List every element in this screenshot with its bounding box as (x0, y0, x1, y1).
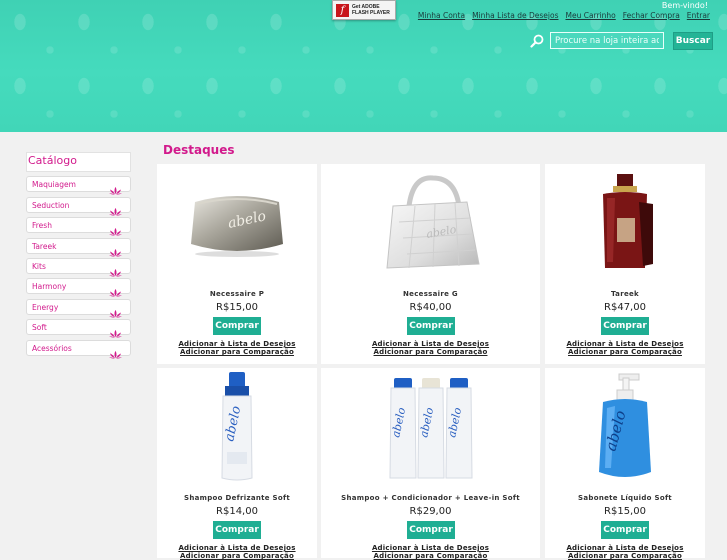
product-price: R$15,00 (216, 302, 258, 313)
product-price: R$29,00 (409, 506, 452, 517)
buy-button[interactable]: Comprar (213, 521, 261, 539)
sidebar-item-seduction[interactable]: Seduction (26, 196, 131, 216)
catalog-sidebar: Catálogo Maquiagem Seduction Fresh Tareek Ki… (26, 152, 131, 359)
product-name[interactable]: Sabonete Líquido Soft (545, 494, 705, 502)
flash-player-badge[interactable]: f Get ADOBE FLASH PLAYER (332, 0, 396, 20)
link-cart[interactable]: Meu Carrinho (565, 11, 615, 20)
product-card-shampoo-kit-soft: abelo abelo abelo Shampoo + Condicionador +… (321, 368, 540, 560)
product-price: R$15,00 (604, 506, 646, 517)
search-button[interactable]: Buscar (673, 32, 713, 50)
shampoo-bottle-image[interactable]: abelo (219, 372, 255, 482)
add-to-wishlist-link[interactable]: Adicionar à Lista de Desejos (157, 544, 317, 552)
buy-button[interactable]: Comprar (213, 317, 261, 335)
product-card-shampoo-defrizante-soft: abelo Shampoo Defrizante Soft R$14,00 Compr… (157, 368, 317, 560)
top-links: Minha Conta Minha Lista de Desejos Meu C… (418, 11, 710, 20)
add-to-compare-link[interactable]: Adicionar para Comparação (545, 552, 705, 560)
product-name[interactable]: Shampoo Defrizante Soft (157, 494, 317, 502)
add-to-wishlist-link[interactable]: Adicionar à Lista de Desejos (321, 340, 540, 348)
add-to-compare-link[interactable]: Adicionar para Comparação (545, 348, 705, 356)
welcome-message: Bem-vindo! (661, 1, 708, 10)
sidebar-item-maquiagem[interactable]: Maquiagem (26, 176, 131, 195)
product-price: R$14,00 (216, 506, 258, 517)
search-input[interactable] (550, 32, 664, 49)
sidebar-item-kits[interactable]: Kits (26, 257, 131, 277)
catalog-title: Catálogo (26, 152, 131, 172)
product-price: R$40,00 (409, 302, 452, 313)
link-login[interactable]: Entrar (687, 11, 710, 20)
lotus-icon (109, 180, 122, 195)
pouch-image[interactable]: abelo (185, 184, 289, 260)
buy-button[interactable]: Comprar (407, 317, 455, 335)
product-card-sabonete-liquido-soft: abelo Sabonete Líquido Soft R$15,00 Comprar… (545, 368, 705, 560)
lotus-icon (109, 221, 122, 236)
flash-badge-line2: FLASH PLAYER (352, 10, 390, 16)
sidebar-item-label: Fresh (32, 221, 52, 231)
sidebar-item-label: Soft (32, 323, 47, 333)
add-to-wishlist-link[interactable]: Adicionar à Lista de Desejos (157, 340, 317, 348)
buy-button[interactable]: Comprar (407, 521, 455, 539)
sidebar-item-harmony[interactable]: Harmony (26, 278, 131, 297)
lotus-icon (109, 201, 122, 216)
sidebar-item-soft[interactable]: Soft (26, 319, 131, 338)
link-wishlist[interactable]: Minha Lista de Desejos (472, 11, 558, 20)
add-to-compare-link[interactable]: Adicionar para Comparação (321, 552, 540, 560)
sidebar-item-label: Tareek (32, 241, 57, 251)
lotus-icon (109, 344, 122, 359)
add-to-compare-link[interactable]: Adicionar para Comparação (321, 348, 540, 356)
sidebar-item-label: Maquiagem (32, 180, 76, 190)
bag-image[interactable]: abelo (379, 172, 483, 272)
perfume-image[interactable] (595, 172, 655, 272)
link-checkout[interactable]: Fechar Compra (623, 11, 680, 20)
lotus-icon (109, 323, 122, 338)
site-header: f Get ADOBE FLASH PLAYER Bem-vindo! Minh… (0, 0, 727, 132)
product-card-tareek: Tareek R$47,00 Comprar Adicionar à Lista de… (545, 164, 705, 364)
product-name[interactable]: Shampoo + Condicionador + Leave-in Soft (321, 494, 540, 502)
add-to-compare-link[interactable]: Adicionar para Comparação (157, 348, 317, 356)
sidebar-item-label: Kits (32, 261, 46, 271)
sidebar-item-label: Acessórios (32, 343, 72, 353)
link-my-account[interactable]: Minha Conta (418, 11, 465, 20)
lotus-icon (109, 242, 122, 257)
add-to-compare-link[interactable]: Adicionar para Comparação (157, 552, 317, 560)
lotus-icon (109, 303, 122, 318)
catalog-list: Maquiagem Seduction Fresh Tareek Kits Harmony… (26, 176, 131, 359)
soap-pump-image[interactable]: abelo (593, 372, 657, 482)
product-card-necessaire-p: abelo Necessaire P R$15,00 Comprar Adicionar… (157, 164, 317, 364)
add-to-wishlist-link[interactable]: Adicionar à Lista de Desejos (321, 544, 540, 552)
product-name[interactable]: Necessaire P (157, 290, 317, 298)
three-bottles-image[interactable]: abelo abelo abelo (389, 376, 473, 482)
product-price: R$47,00 (604, 302, 646, 313)
buy-button[interactable]: Comprar (601, 317, 649, 335)
search-icon[interactable] (530, 34, 544, 48)
product-name[interactable]: Tareek (545, 290, 705, 298)
add-to-wishlist-link[interactable]: Adicionar à Lista de Desejos (545, 340, 705, 348)
sidebar-item-label: Energy (32, 302, 59, 312)
product-card-necessaire-g: abelo Necessaire G R$40,00 Comprar Adicionar… (321, 164, 540, 364)
featured-title: Destaques (163, 143, 235, 157)
buy-button[interactable]: Comprar (601, 521, 649, 539)
sidebar-item-energy[interactable]: Energy (26, 298, 131, 318)
sidebar-item-acessrios[interactable]: Acessórios (26, 339, 131, 359)
flash-player-icon: f (336, 3, 349, 17)
lotus-icon (109, 262, 122, 277)
product-name[interactable]: Necessaire G (321, 290, 540, 298)
sidebar-item-tareek[interactable]: Tareek (26, 237, 131, 257)
add-to-wishlist-link[interactable]: Adicionar à Lista de Desejos (545, 544, 705, 552)
sidebar-item-label: Seduction (32, 200, 70, 210)
sidebar-item-fresh[interactable]: Fresh (26, 217, 131, 236)
sidebar-item-label: Harmony (32, 282, 67, 292)
lotus-icon (109, 282, 122, 297)
